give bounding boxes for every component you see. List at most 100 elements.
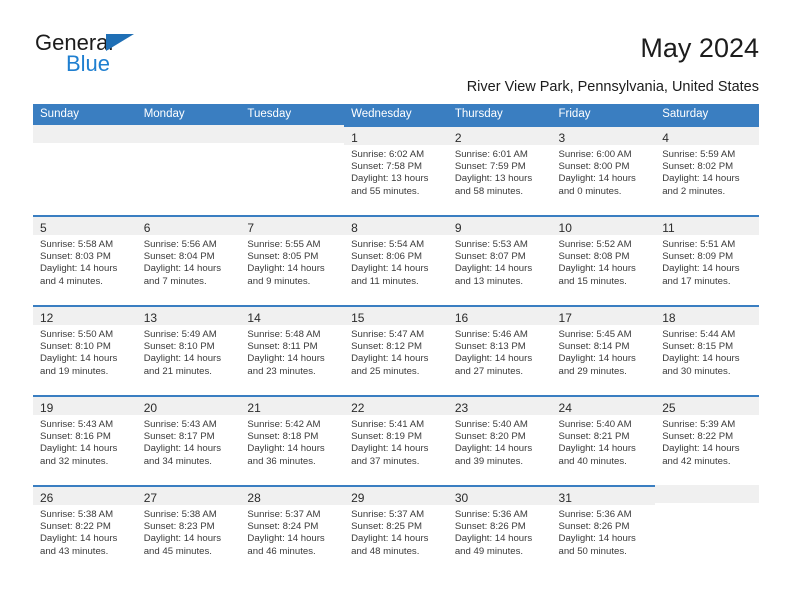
calendar-day[interactable]: 14 Sunrise: 5:48 AM Sunset: 8:11 PM Dayligh… [240, 305, 345, 395]
day-details: Sunrise: 5:40 AM Sunset: 8:21 PM Daylight:… [552, 415, 656, 468]
sunset-time: Sunset: 8:21 PM [558, 431, 630, 443]
calendar-day[interactable]: 5 Sunrise: 5:58 AM Sunset: 8:03 PM Daylight… [33, 215, 137, 305]
day-details: Sunrise: 5:49 AM Sunset: 8:10 PM Daylight:… [137, 325, 241, 378]
calendar-day[interactable]: 15 Sunrise: 5:47 AM Sunset: 8:12 PM Dayligh… [344, 305, 448, 395]
calendar-day[interactable]: 4 Sunrise: 5:59 AM Sunset: 8:02 PM Daylight… [655, 125, 759, 215]
calendar-day[interactable]: 24 Sunrise: 5:40 AM Sunset: 8:21 PM Dayligh… [551, 395, 656, 485]
sunset-time: Sunset: 8:00 PM [558, 161, 630, 173]
sunrise-time: Sunrise: 5:52 AM [558, 239, 632, 250]
calendar-day[interactable]: 21 Sunrise: 5:42 AM Sunset: 8:18 PM Dayligh… [240, 395, 345, 485]
daylight-duration-line1: Daylight: 14 hours [351, 443, 429, 455]
calendar-day-empty [240, 125, 345, 215]
sunrise-time: Sunrise: 5:56 AM [143, 239, 217, 250]
calendar-day[interactable]: 19 Sunrise: 5:43 AM Sunset: 8:16 PM Dayligh… [33, 395, 137, 485]
day-number-band: 3 [551, 127, 656, 145]
calendar-day[interactable]: 18 Sunrise: 5:44 AM Sunset: 8:15 PM Dayligh… [655, 305, 759, 395]
calendar-day[interactable]: 28 Sunrise: 5:37 AM Sunset: 8:24 PM Dayligh… [240, 485, 345, 575]
day-number-band: 15 [344, 307, 448, 325]
sunrise-time: Sunrise: 5:38 AM [40, 509, 114, 520]
sunset-time: Sunset: 8:08 PM [558, 251, 630, 263]
daylight-duration-line1: Daylight: 14 hours [454, 263, 533, 275]
sunrise-time: Sunrise: 5:58 AM [40, 239, 114, 250]
day-number: 17 [558, 311, 572, 325]
calendar-day[interactable]: 1 Sunrise: 6:02 AM Sunset: 7:58 PM Daylight… [344, 125, 448, 215]
daylight-duration-line2: and 17 minutes. [662, 275, 731, 287]
daylight-duration-line2: and 32 minutes. [40, 455, 109, 467]
day-number: 21 [247, 401, 261, 415]
daylight-duration-line1: Daylight: 14 hours [40, 533, 118, 545]
day-details: Sunrise: 5:41 AM Sunset: 8:19 PM Daylight:… [344, 415, 448, 468]
calendar-day[interactable]: 30 Sunrise: 5:36 AM Sunset: 8:26 PM Dayligh… [447, 485, 552, 575]
day-number: 12 [40, 311, 54, 325]
daylight-duration-line2: and 4 minutes. [40, 275, 103, 287]
calendar-cell [33, 125, 137, 215]
calendar-day[interactable]: 13 Sunrise: 5:49 AM Sunset: 8:10 PM Dayligh… [136, 305, 241, 395]
sunset-time: Sunset: 8:25 PM [351, 521, 423, 533]
daylight-duration-line2: and 29 minutes. [558, 365, 627, 377]
daylight-duration-line1: Daylight: 14 hours [662, 263, 740, 275]
calendar-day[interactable]: 3 Sunrise: 6:00 AM Sunset: 8:00 PM Daylight… [551, 125, 656, 215]
weekday-header-thursday: Thursday [447, 104, 552, 125]
calendar-cell [240, 125, 345, 215]
calendar-day[interactable]: 9 Sunrise: 5:53 AM Sunset: 8:07 PM Daylight… [447, 215, 552, 305]
calendar-cell: 19 Sunrise: 5:43 AM Sunset: 8:16 PM Dayligh… [33, 395, 137, 485]
calendar-day[interactable]: 20 Sunrise: 5:43 AM Sunset: 8:17 PM Dayligh… [136, 395, 241, 485]
daylight-duration-line1: Daylight: 14 hours [454, 353, 533, 365]
daylight-duration-line2: and 9 minutes. [247, 275, 311, 287]
weekday-header-tuesday: Tuesday [240, 104, 345, 125]
sunset-time: Sunset: 8:22 PM [40, 521, 111, 533]
sunrise-time: Sunrise: 5:44 AM [662, 329, 736, 340]
calendar-day[interactable]: 29 Sunrise: 5:37 AM Sunset: 8:25 PM Dayligh… [344, 485, 448, 575]
daylight-duration-line1: Daylight: 14 hours [40, 443, 118, 455]
daylight-duration-line1: Daylight: 14 hours [143, 263, 222, 275]
sunrise-time: Sunrise: 6:00 AM [558, 149, 632, 160]
calendar-cell: 12 Sunrise: 5:50 AM Sunset: 8:10 PM Dayligh… [33, 305, 137, 395]
calendar-day[interactable]: 27 Sunrise: 5:38 AM Sunset: 8:23 PM Dayligh… [136, 485, 241, 575]
day-details: Sunrise: 5:39 AM Sunset: 8:22 PM Daylight:… [655, 415, 759, 468]
calendar-cell: 23 Sunrise: 5:40 AM Sunset: 8:20 PM Dayligh… [447, 395, 552, 485]
daylight-duration-line2: and 49 minutes. [454, 545, 524, 557]
day-details: Sunrise: 5:43 AM Sunset: 8:16 PM Daylight:… [33, 415, 137, 468]
day-number-band: 22 [344, 397, 448, 415]
calendar-cell: 4 Sunrise: 5:59 AM Sunset: 8:02 PM Daylight… [655, 125, 759, 215]
day-number-band: 20 [136, 397, 241, 415]
day-details: Sunrise: 5:38 AM Sunset: 8:23 PM Daylight:… [137, 505, 241, 558]
day-number-band: 5 [33, 217, 137, 235]
day-number: 19 [40, 401, 54, 415]
calendar-table: Sunday Monday Tuesday Wednesday Thursday… [33, 104, 759, 575]
calendar-day[interactable]: 10 Sunrise: 5:52 AM Sunset: 8:08 PM Dayligh… [551, 215, 656, 305]
calendar-cell: 3 Sunrise: 6:00 AM Sunset: 8:00 PM Daylight… [551, 125, 656, 215]
sunset-time: Sunset: 8:05 PM [247, 251, 319, 263]
calendar-day[interactable]: 8 Sunrise: 5:54 AM Sunset: 8:06 PM Daylight… [344, 215, 448, 305]
day-number: 6 [143, 221, 151, 235]
calendar-day[interactable]: 6 Sunrise: 5:56 AM Sunset: 8:04 PM Daylight… [136, 215, 241, 305]
sunset-time: Sunset: 8:06 PM [351, 251, 423, 263]
calendar-day[interactable]: 2 Sunrise: 6:01 AM Sunset: 7:59 PM Daylight… [447, 125, 552, 215]
calendar-day[interactable]: 16 Sunrise: 5:46 AM Sunset: 8:13 PM Dayligh… [447, 305, 552, 395]
daylight-duration-line1: Daylight: 14 hours [558, 173, 636, 185]
calendar-cell [655, 485, 759, 575]
brand-logo[interactable]: General Blue [33, 30, 183, 82]
calendar-day[interactable]: 31 Sunrise: 5:36 AM Sunset: 8:26 PM Dayligh… [551, 485, 656, 575]
calendar-cell: 6 Sunrise: 5:56 AM Sunset: 8:04 PM Daylight… [136, 215, 241, 305]
day-number-band: 25 [655, 397, 759, 415]
calendar-day[interactable]: 12 Sunrise: 5:50 AM Sunset: 8:10 PM Dayligh… [33, 305, 137, 395]
calendar-day[interactable]: 17 Sunrise: 5:45 AM Sunset: 8:14 PM Dayligh… [551, 305, 656, 395]
calendar-day[interactable]: 11 Sunrise: 5:51 AM Sunset: 8:09 PM Dayligh… [655, 215, 759, 305]
calendar-cell: 28 Sunrise: 5:37 AM Sunset: 8:24 PM Dayligh… [240, 485, 345, 575]
calendar-day[interactable]: 25 Sunrise: 5:39 AM Sunset: 8:22 PM Dayligh… [655, 395, 759, 485]
sunrise-time: Sunrise: 5:41 AM [351, 419, 425, 430]
day-details: Sunrise: 5:58 AM Sunset: 8:03 PM Daylight:… [33, 235, 137, 288]
calendar-week-row: 19 Sunrise: 5:43 AM Sunset: 8:16 PM Dayligh… [33, 395, 759, 485]
calendar-day[interactable]: 22 Sunrise: 5:41 AM Sunset: 8:19 PM Dayligh… [344, 395, 448, 485]
daylight-duration-line2: and 30 minutes. [662, 365, 731, 377]
weekday-header-row: Sunday Monday Tuesday Wednesday Thursday… [33, 104, 759, 125]
calendar-week-row: 12 Sunrise: 5:50 AM Sunset: 8:10 PM Dayligh… [33, 305, 759, 395]
day-number: 1 [351, 131, 358, 145]
calendar-day[interactable]: 26 Sunrise: 5:38 AM Sunset: 8:22 PM Dayligh… [33, 485, 137, 575]
day-details: Sunrise: 5:46 AM Sunset: 8:13 PM Daylight:… [448, 325, 552, 378]
calendar-day[interactable]: 23 Sunrise: 5:40 AM Sunset: 8:20 PM Dayligh… [447, 395, 552, 485]
calendar-day[interactable]: 7 Sunrise: 5:55 AM Sunset: 8:05 PM Daylight… [240, 215, 345, 305]
day-number-band [136, 125, 241, 143]
day-number-band: 26 [33, 487, 137, 505]
